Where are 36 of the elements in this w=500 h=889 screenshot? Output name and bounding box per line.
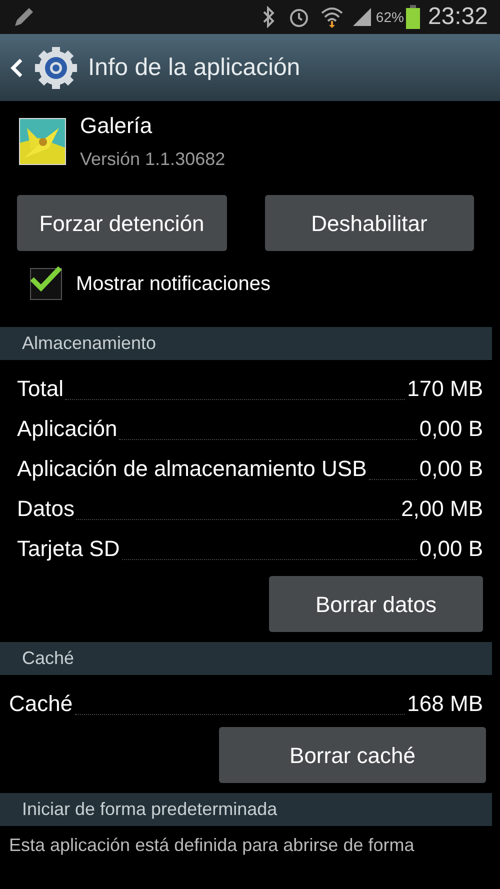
clear-data-button[interactable]: Borrar datos (269, 576, 483, 632)
storage-value: 170 MB (407, 378, 483, 403)
storage-label: Aplicación de almacenamiento USB (17, 458, 367, 483)
description-text: Esta aplicación está definida para abrirse de forma (8, 834, 416, 857)
battery-icon (406, 5, 420, 29)
app-name: Galería (80, 112, 154, 140)
storage-value: 0,00 B (419, 418, 483, 443)
storage-value: 2,00 MB (401, 498, 483, 523)
storage-label: Caché (9, 693, 73, 718)
section-header: Caché (0, 642, 492, 675)
storage-label: Total (17, 378, 64, 403)
signal-icon (352, 7, 372, 27)
storage-value: 0,00 B (419, 538, 483, 563)
section-header: Iniciar de forma predeterminada (0, 793, 492, 826)
alarm-clock-icon (288, 6, 310, 28)
checkmark-icon (29, 265, 63, 293)
storage-value: 0,00 B (419, 458, 483, 483)
checkbox-label: Mostrar notificaciones (76, 272, 271, 297)
gear-icon (34, 46, 78, 90)
storage-value: 168 MB (407, 693, 483, 718)
app-version: Versión 1.1.30682 (80, 148, 226, 171)
back-icon[interactable] (10, 56, 24, 78)
section-header: Almacenamiento (0, 327, 492, 360)
storage-label: Tarjeta SD (17, 538, 120, 563)
window-title: Info de la aplicación (88, 52, 300, 82)
pencil-icon (12, 5, 36, 29)
storage-label: Datos (17, 498, 74, 523)
clock: 23:32 (428, 2, 488, 32)
storage-label: Aplicación (17, 418, 118, 443)
battery-percent: 62% (376, 8, 404, 26)
clear-cache-button[interactable]: Borrar caché (219, 727, 486, 783)
action-button[interactable]: Forzar detención (17, 195, 226, 251)
bluetooth-icon (262, 6, 276, 28)
checkbox[interactable] (30, 268, 62, 300)
wifi-icon (320, 6, 344, 28)
action-button[interactable]: Deshabilitar (264, 195, 474, 251)
